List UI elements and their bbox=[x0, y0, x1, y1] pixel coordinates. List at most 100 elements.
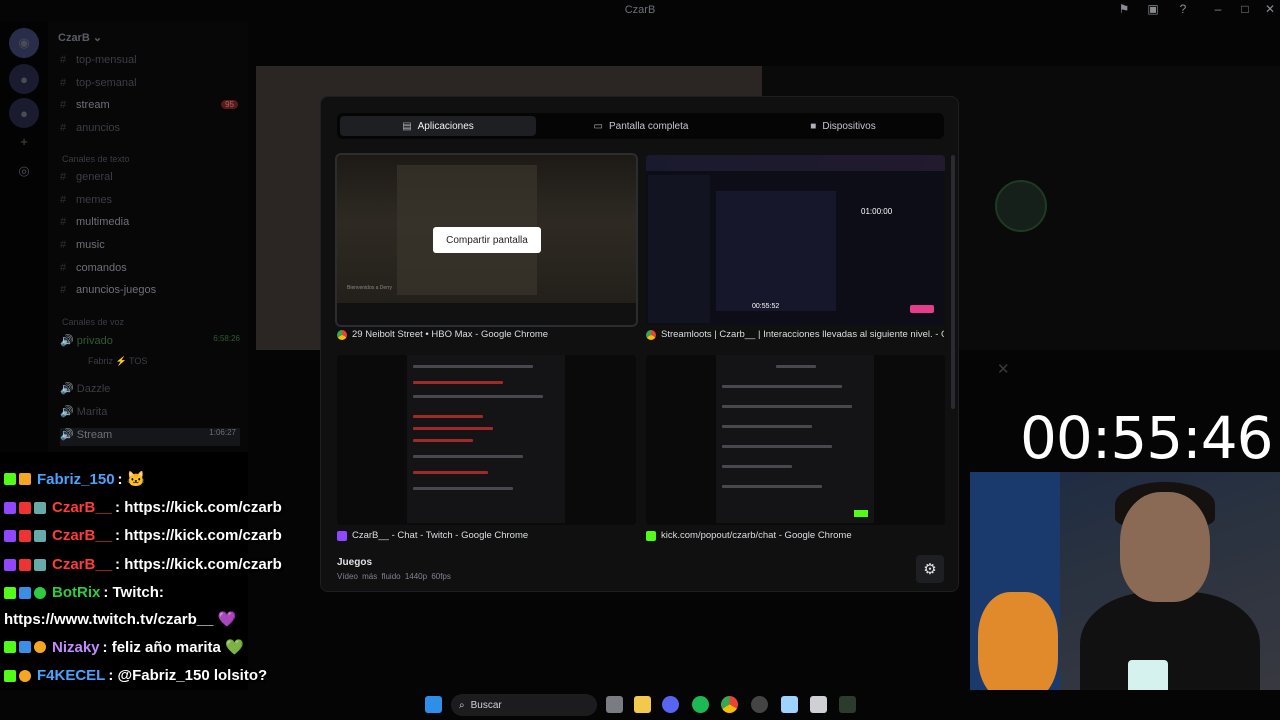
voice-time: 1:06:27 bbox=[209, 428, 236, 437]
category-voice[interactable]: Canales de voz bbox=[62, 317, 124, 327]
minimize-icon[interactable]: – bbox=[1207, 2, 1229, 16]
spotify-icon[interactable] bbox=[692, 696, 709, 713]
thumbnail-subtitle: Bienvenidos a Derry bbox=[347, 285, 393, 291]
games-heading: Juegos bbox=[337, 557, 373, 568]
close-window-icon[interactable]: ✕ bbox=[1259, 2, 1280, 16]
voice-user[interactable]: Fabriz ⚡ TOS bbox=[88, 356, 147, 374]
window-label[interactable]: 29 Neibolt Street • HBO Max - Google Chr… bbox=[337, 329, 647, 340]
window-label[interactable]: CzarB__ - Chat - Twitch - Google Chrome bbox=[337, 530, 647, 541]
chat-text: : 🐱 bbox=[117, 471, 146, 488]
channel-item[interactable]: # anuncios bbox=[60, 122, 120, 140]
steam-icon[interactable] bbox=[751, 696, 768, 713]
file-explorer-icon[interactable] bbox=[634, 696, 651, 713]
stream-timer: 00:55:46 bbox=[1020, 404, 1273, 472]
channel-item[interactable]: # anuncios-juegos bbox=[60, 284, 156, 302]
tab-applications[interactable]: ▤ Aplicaciones bbox=[340, 116, 536, 136]
player-bar bbox=[337, 303, 636, 325]
server-icon[interactable]: ● bbox=[9, 98, 39, 128]
channel-label: top-semanal bbox=[76, 77, 137, 89]
voice-label: privado bbox=[76, 335, 113, 347]
window-label[interactable]: Streamloots | Czarb__ | Interacciones ll… bbox=[646, 329, 944, 340]
add-server-icon[interactable]: + bbox=[9, 126, 39, 156]
chat-text: : https://kick.com/czarb bbox=[115, 499, 282, 516]
channel-label: anuncios-juegos bbox=[76, 284, 157, 296]
help-icon[interactable]: ? bbox=[1172, 2, 1194, 16]
channel-item[interactable]: # multimedia bbox=[60, 216, 129, 234]
calculator-icon[interactable] bbox=[810, 696, 827, 713]
chat-message: CzarB__ : https://kick.com/czarb bbox=[4, 556, 282, 573]
explore-icon[interactable]: ◎ bbox=[9, 156, 39, 186]
speaker-icon: 🔊 bbox=[60, 429, 77, 441]
close-icon[interactable]: ✕ bbox=[997, 360, 1010, 378]
inbox-icon[interactable]: ⚑ bbox=[1113, 2, 1135, 16]
voice-channel[interactable]: 🔊 Dazzle bbox=[60, 382, 110, 400]
channel-item[interactable]: # general bbox=[60, 171, 113, 189]
webcam-feed bbox=[970, 472, 1280, 720]
chat-user: BotRix bbox=[52, 584, 101, 601]
maximize-icon[interactable]: □ bbox=[1234, 2, 1256, 16]
terminal-icon[interactable] bbox=[839, 696, 856, 713]
category-text[interactable]: Canales de texto bbox=[62, 154, 130, 164]
chat-user: CzarB__ bbox=[52, 556, 113, 573]
chat-message: BotRix : Twitch: bbox=[4, 584, 164, 601]
taskbar-search[interactable]: ⌕ Buscar bbox=[451, 694, 597, 716]
chat-message: CzarB__ : https://kick.com/czarb bbox=[4, 499, 282, 516]
voice-channel[interactable]: 🔊 privado 6:58:26 bbox=[60, 334, 240, 352]
screen-icon[interactable]: ▣ bbox=[1142, 2, 1164, 16]
channel-item[interactable]: # memes bbox=[60, 194, 112, 212]
chat-message: https://www.twitch.tv/czarb__ 💜 bbox=[4, 610, 236, 628]
window-label-text: Streamloots | Czarb__ | Interacciones ll… bbox=[661, 329, 944, 340]
discord-icon[interactable] bbox=[662, 696, 679, 713]
settings-button[interactable]: ⚙ bbox=[916, 555, 944, 583]
source-tabs: ▤ Aplicaciones ▭ Pantalla completa ■ Dispos… bbox=[337, 113, 944, 139]
chat-text: : @Fabriz_150 lolsito? bbox=[108, 667, 268, 684]
channel-item[interactable]: # comandos bbox=[60, 262, 127, 280]
chat-message: CzarB__ : https://kick.com/czarb bbox=[4, 527, 282, 544]
speaker-icon: 🔊 bbox=[60, 335, 77, 347]
channel-item[interactable]: # stream 95 bbox=[60, 99, 250, 117]
share-screen-button[interactable]: Compartir pantalla bbox=[433, 227, 541, 253]
task-view-icon[interactable] bbox=[606, 696, 623, 713]
chrome-icon[interactable] bbox=[721, 696, 738, 713]
channel-item[interactable]: # top-mensual bbox=[60, 54, 137, 72]
channel-label: stream bbox=[76, 99, 110, 111]
chat-text: : https://kick.com/czarb bbox=[115, 556, 282, 573]
window-thumbnail[interactable]: Bienvenidos a Derry Compartir pantalla bbox=[335, 153, 638, 327]
window-thumbnail[interactable]: 01:00:00 00:55:52 bbox=[646, 155, 945, 325]
voice-channel[interactable]: 🔊 Stream 1:06:27 bbox=[60, 428, 240, 446]
window-label-text: kick.com/popout/czarb/chat - Google Chro… bbox=[661, 530, 852, 541]
server-icon[interactable]: ● bbox=[9, 64, 39, 94]
search-label: Buscar bbox=[470, 699, 502, 711]
channel-item[interactable]: # top-semanal bbox=[60, 77, 137, 95]
window-thumbnail[interactable] bbox=[337, 355, 636, 525]
screen-share-modal: ▤ Aplicaciones ▭ Pantalla completa ■ Dispos… bbox=[320, 96, 959, 592]
quality-label: Vídeo más fluido bbox=[337, 572, 401, 581]
tab-fullscreen[interactable]: ▭ Pantalla completa bbox=[543, 116, 739, 136]
server-name[interactable]: CzarB ⌄ bbox=[58, 31, 102, 44]
chat-user: F4KECEL bbox=[37, 667, 106, 684]
chat-user: CzarB__ bbox=[52, 499, 113, 516]
chat-text: https://www.twitch.tv/czarb__ 💜 bbox=[4, 611, 237, 628]
speaker-icon: 🔊 bbox=[60, 406, 77, 418]
voice-channel[interactable]: 🔊 Marita bbox=[60, 405, 107, 423]
thumbnail-header bbox=[646, 155, 945, 171]
voice-label: Dazzle bbox=[76, 383, 111, 395]
window-thumbnail[interactable] bbox=[646, 355, 945, 525]
thumbnail-panel bbox=[716, 191, 836, 311]
channel-label: anuncios bbox=[76, 122, 121, 134]
avatar[interactable] bbox=[995, 180, 1047, 232]
scrollbar[interactable] bbox=[951, 155, 955, 409]
chat-message: Nizaky : feliz año marita 💚 bbox=[4, 638, 244, 656]
tab-label: Dispositivos bbox=[822, 120, 876, 132]
taskbar: ⌕ Buscar bbox=[0, 690, 1280, 720]
chrome-icon bbox=[646, 329, 656, 340]
chat-text: : feliz año marita 💚 bbox=[102, 639, 244, 656]
windows-start-icon[interactable] bbox=[425, 696, 442, 713]
home-icon[interactable]: ◉ bbox=[9, 28, 39, 58]
tab-label: Aplicaciones bbox=[417, 120, 474, 132]
channel-item[interactable]: # music bbox=[60, 239, 105, 257]
tab-devices[interactable]: ■ Dispositivos bbox=[745, 116, 941, 136]
window-label[interactable]: kick.com/popout/czarb/chat - Google Chro… bbox=[646, 530, 956, 541]
notepad-icon[interactable] bbox=[781, 696, 798, 713]
thumbnail-timer: 01:00:00 bbox=[861, 207, 893, 216]
